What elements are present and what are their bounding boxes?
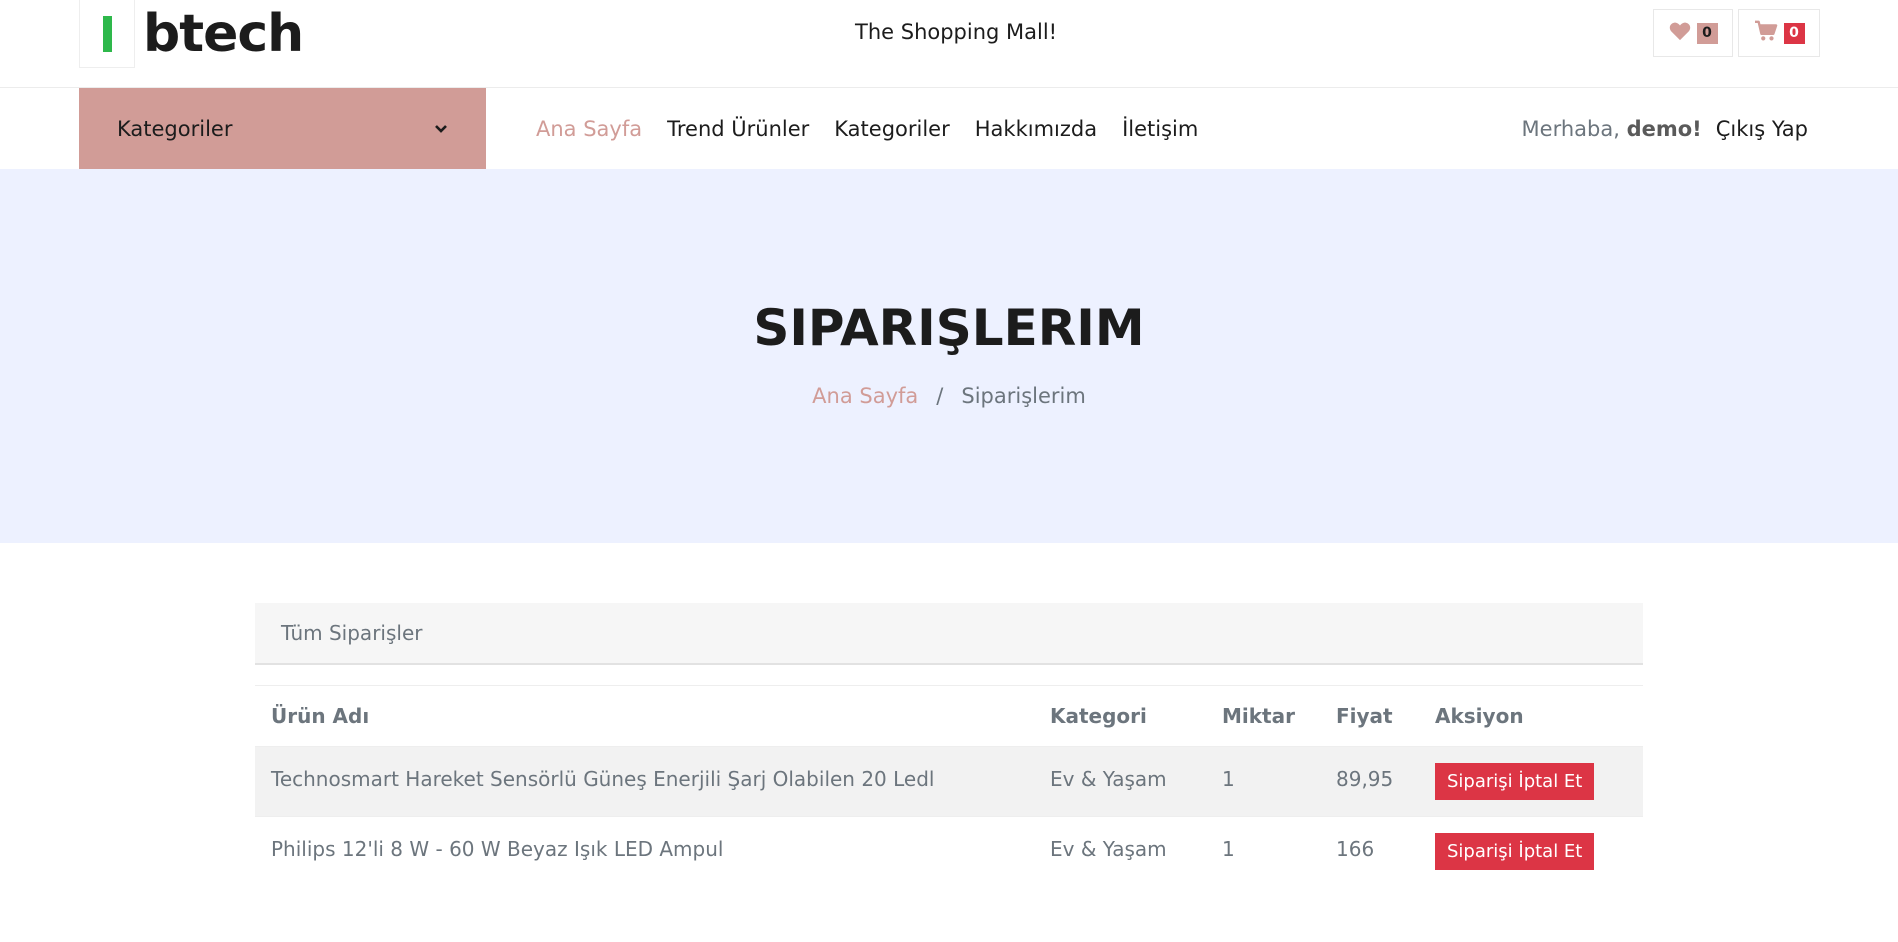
nav-link-categories[interactable]: Kategoriler: [834, 117, 949, 141]
order-price: 166: [1336, 836, 1375, 861]
nav-link-contact[interactable]: İletişim: [1122, 117, 1198, 141]
page-header-banner: SIPARIŞLERIM Ana Sayfa / Siparişlerim: [0, 169, 1898, 543]
categories-dropdown-toggle[interactable]: Kategoriler: [79, 88, 486, 169]
column-header-price: Fiyat: [1336, 704, 1393, 728]
order-product-name: Philips 12'li 8 W - 60 W Beyaz Işık LED …: [271, 836, 724, 861]
wishlist-count-badge: 0: [1696, 22, 1718, 44]
order-category: Ev & Yaşam: [1050, 766, 1167, 791]
tagline: The Shopping Mall!: [855, 20, 1058, 44]
nav-link-home[interactable]: Ana Sayfa: [536, 117, 642, 141]
page-title: SIPARIŞLERIM: [753, 299, 1145, 357]
order-category: Ev & Yaşam: [1050, 836, 1167, 861]
table-header-row: Ürün Adı Kategori Miktar Fiyat Aksiyon: [255, 686, 1643, 746]
order-quantity: 1: [1222, 766, 1235, 791]
cart-icon: [1754, 20, 1778, 46]
column-header-product-name: Ürün Adı: [271, 704, 370, 728]
breadcrumb: Ana Sayfa / Siparişlerim: [0, 384, 1898, 408]
orders-panel: Tüm Siparişler Ürün Adı Kategori Miktar …: [255, 603, 1643, 886]
orders-panel-title: Tüm Siparişler: [255, 603, 1643, 665]
order-quantity: 1: [1222, 836, 1235, 861]
breadcrumb-separator: /: [936, 384, 944, 408]
order-product-name: Technosmart Hareket Sensörlü Güneş Enerj…: [271, 766, 935, 791]
top-bar: btech The Shopping Mall! 0 0: [0, 0, 1898, 88]
logo-mark-box: [79, 0, 135, 68]
order-price: 89,95: [1336, 766, 1394, 791]
order-action-cell: Siparişi İptal Et: [1435, 763, 1635, 800]
user-area: Merhaba, demo! Çıkış Yap: [1522, 88, 1808, 169]
nav-links: Ana Sayfa Trend Ürünler Kategoriler Hakk…: [536, 88, 1198, 169]
table-row: Philips 12'li 8 W - 60 W Beyaz Işık LED …: [255, 816, 1643, 886]
logo-text: btech: [143, 4, 304, 64]
username: demo!: [1626, 116, 1702, 141]
logo[interactable]: btech: [79, 0, 304, 68]
logout-link[interactable]: Çıkış Yap: [1716, 117, 1808, 141]
main-navbar: Kategoriler Ana Sayfa Trend Ürünler Kate…: [0, 88, 1898, 169]
column-header-category: Kategori: [1050, 704, 1147, 728]
wishlist-button[interactable]: 0: [1653, 9, 1733, 57]
logo-mark: [102, 15, 112, 52]
nav-link-about[interactable]: Hakkımızda: [975, 117, 1097, 141]
orders-table: Ürün Adı Kategori Miktar Fiyat Aksiyon T…: [255, 685, 1643, 886]
column-header-quantity: Miktar: [1222, 704, 1295, 728]
chevron-down-icon: [434, 119, 448, 138]
table-row: Technosmart Hareket Sensörlü Güneş Enerj…: [255, 746, 1643, 816]
categories-toggle-label: Kategoriler: [117, 116, 233, 141]
column-header-action: Aksiyon: [1435, 704, 1524, 728]
cart-button[interactable]: 0: [1738, 9, 1820, 57]
breadcrumb-home-link[interactable]: Ana Sayfa: [812, 384, 918, 408]
breadcrumb-current: Siparişlerim: [961, 384, 1086, 408]
cancel-order-button[interactable]: Siparişi İptal Et: [1435, 763, 1595, 800]
user-greeting: Merhaba, demo!: [1522, 117, 1702, 141]
cart-count-badge: 0: [1783, 22, 1805, 44]
heart-icon: [1669, 21, 1691, 45]
greeting-text: Merhaba,: [1521, 116, 1620, 141]
order-action-cell: Siparişi İptal Et: [1435, 833, 1635, 870]
nav-link-trending[interactable]: Trend Ürünler: [667, 117, 809, 141]
cancel-order-button[interactable]: Siparişi İptal Et: [1435, 833, 1595, 870]
